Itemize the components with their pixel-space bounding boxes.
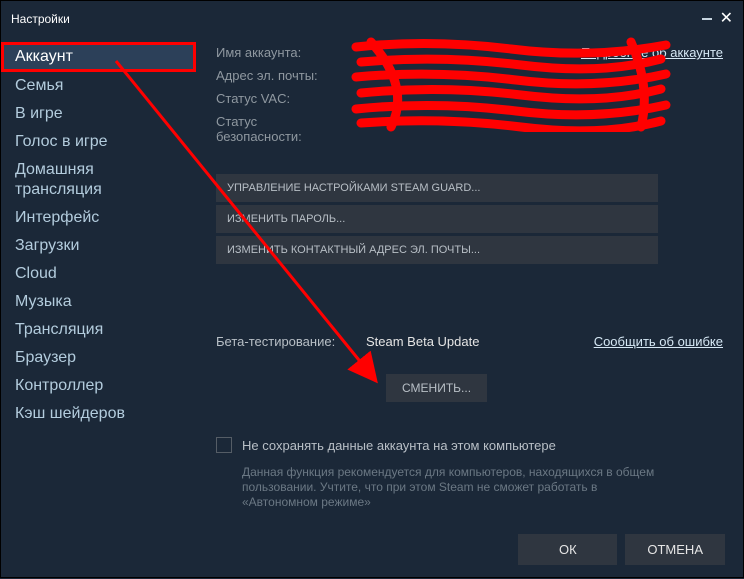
footer: ОК ОТМЕНА [1,522,743,577]
dont-save-hint: Данная функция рекомендуется для компьют… [242,465,672,510]
account-name-label: Имя аккаунта: [216,45,346,60]
minimize-button[interactable] [702,18,712,20]
sidebar-item-5[interactable]: Интерфейс [1,204,196,232]
sidebar-item-7[interactable]: Cloud [1,260,196,288]
email-row: Адрес эл. почты: [216,68,723,83]
ok-button[interactable]: ОК [518,534,617,565]
sidebar-item-6[interactable]: Загрузки [1,232,196,260]
sidebar-item-0[interactable]: Аккаунт [1,42,196,72]
sidebar-item-8[interactable]: Музыка [1,288,196,316]
dont-save-row: Не сохранять данные аккаунта на этом ком… [216,437,723,453]
beta-label: Бета-тестирование: [216,334,366,349]
account-name-row: Имя аккаунта: Подробнее об аккаунте [216,45,723,60]
account-details-link[interactable]: Подробнее об аккаунте [581,45,723,60]
titlebar: Настройки ✕ [1,1,743,37]
security-row: Статус безопасности: [216,114,723,144]
change-password-button[interactable]: ИЗМЕНИТЬ ПАРОЛЬ... [216,205,658,233]
dont-save-label: Не сохранять данные аккаунта на этом ком… [242,438,556,453]
sidebar-item-11[interactable]: Контроллер [1,372,196,400]
settings-window: Настройки ✕ АккаунтСемьяВ игреГолос в иг… [0,0,744,578]
close-button[interactable]: ✕ [720,13,733,25]
sidebar-item-10[interactable]: Браузер [1,344,196,372]
report-bug-link[interactable]: Сообщить об ошибке [594,334,723,349]
security-label: Статус безопасности: [216,114,346,144]
sidebar: АккаунтСемьяВ игреГолос в игреДомашняя т… [1,37,196,522]
body: АккаунтСемьяВ игреГолос в игреДомашняя т… [1,37,743,522]
window-title: Настройки [11,12,70,26]
email-label: Адрес эл. почты: [216,68,346,83]
sidebar-item-4[interactable]: Домашняя трансляция [1,156,196,204]
sidebar-item-2[interactable]: В игре [1,100,196,128]
beta-row: Бета-тестирование: Steam Beta Update Соо… [216,334,723,349]
sidebar-item-12[interactable]: Кэш шейдеров [1,400,196,428]
main-panel: Имя аккаунта: Подробнее об аккаунте Адре… [196,37,743,522]
sidebar-item-9[interactable]: Трансляция [1,316,196,344]
dont-save-checkbox[interactable] [216,437,232,453]
beta-change-button[interactable]: СМЕНИТЬ... [386,374,487,402]
beta-value: Steam Beta Update [366,334,594,349]
steam-guard-button[interactable]: УПРАВЛЕНИЕ НАСТРОЙКАМИ STEAM GUARD... [216,174,658,202]
sidebar-item-3[interactable]: Голос в игре [1,128,196,156]
cancel-button[interactable]: ОТМЕНА [625,534,725,565]
vac-label: Статус VAC: [216,91,346,106]
change-email-button[interactable]: ИЗМЕНИТЬ КОНТАКТНЫЙ АДРЕС ЭЛ. ПОЧТЫ... [216,236,658,264]
sidebar-item-1[interactable]: Семья [1,72,196,100]
account-buttons: УПРАВЛЕНИЕ НАСТРОЙКАМИ STEAM GUARD... ИЗ… [216,174,723,264]
window-controls: ✕ [702,13,733,25]
vac-row: Статус VAC: [216,91,723,106]
